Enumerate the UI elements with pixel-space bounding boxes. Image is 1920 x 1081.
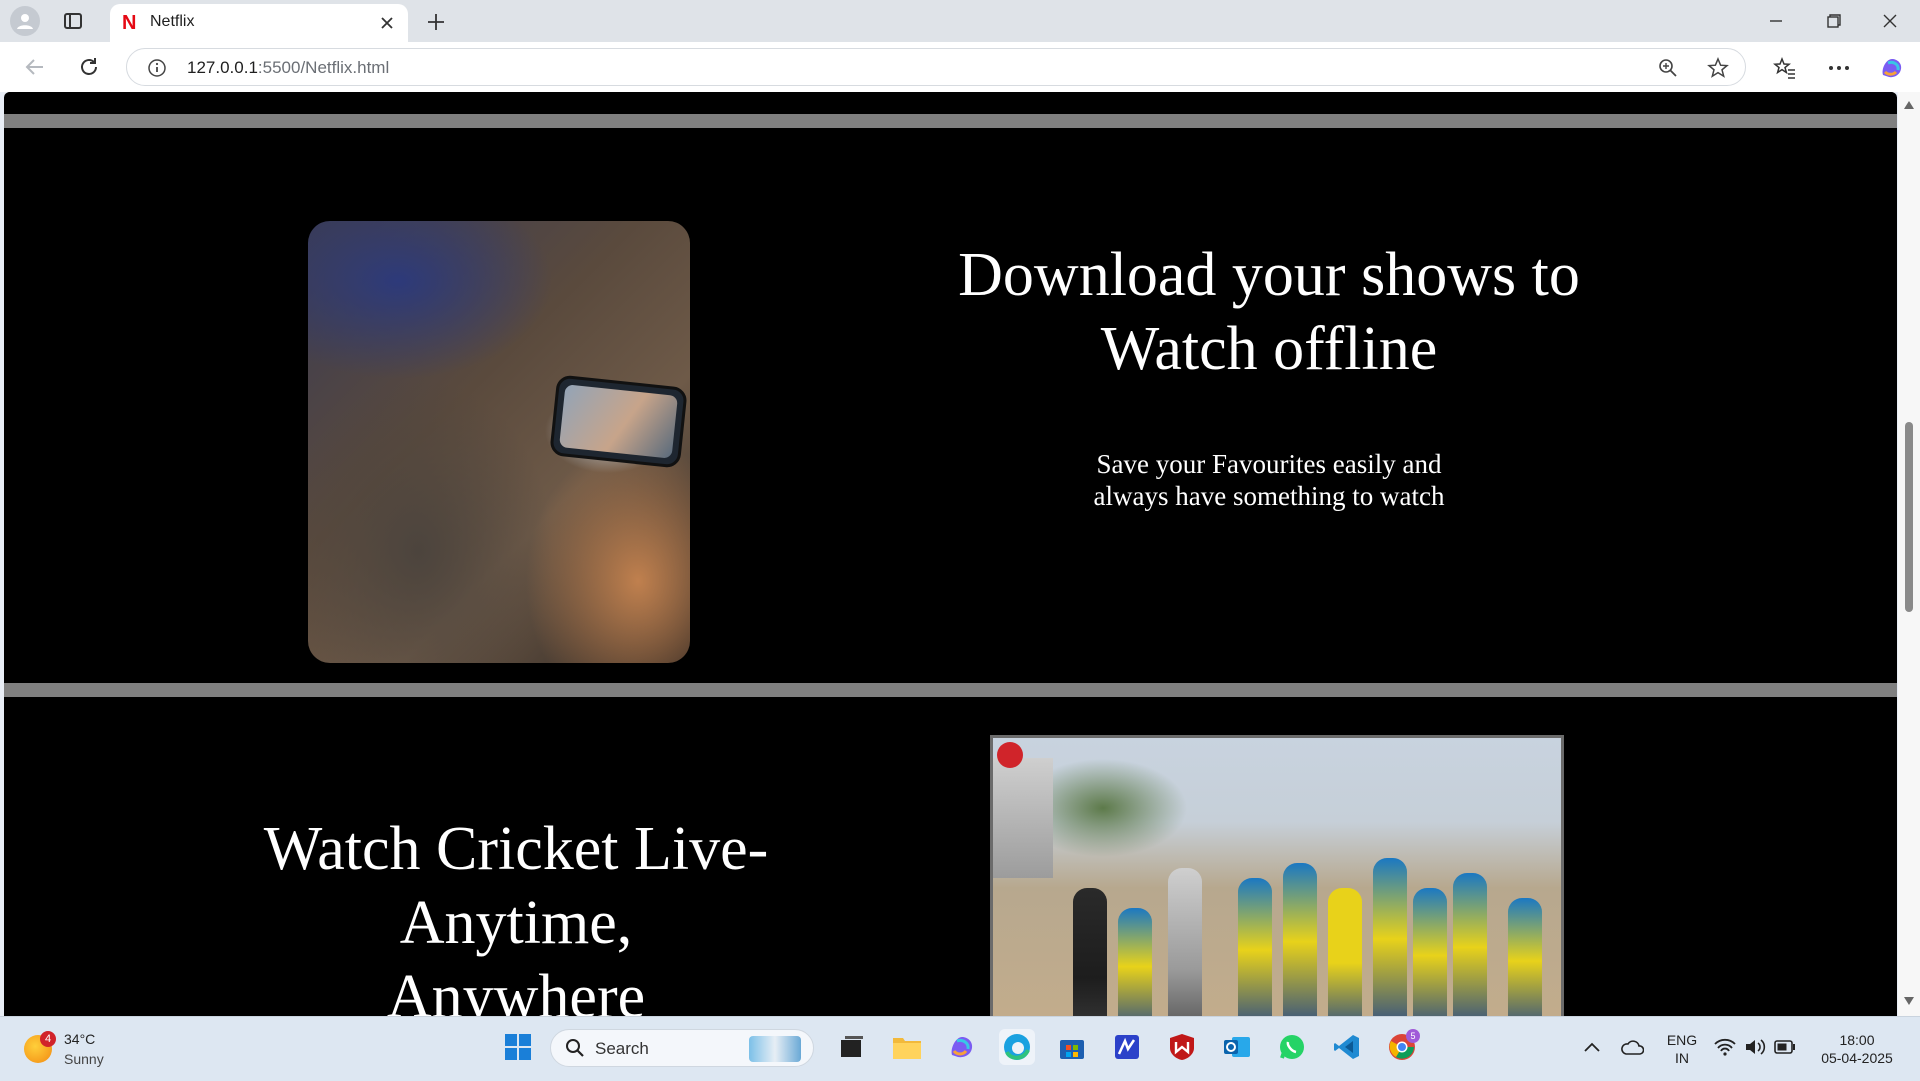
windows-taskbar: 4 34°C Sunny Search 5 ENG IN 18:00 05-04…	[0, 1016, 1920, 1081]
region-code: IN	[1675, 1050, 1689, 1066]
chevron-up-icon[interactable]	[1574, 1029, 1610, 1065]
weather-condition: Sunny	[64, 1051, 104, 1067]
subheading-line-1: Save your Favourites easily and	[1096, 449, 1442, 479]
download-section	[4, 128, 1897, 683]
address-bar[interactable]: 127.0.0.1:5500/Netflix.html	[126, 48, 1746, 86]
language-indicator[interactable]: ENG IN	[1660, 1031, 1704, 1067]
battery-icon[interactable]	[1770, 1029, 1800, 1065]
person-figure	[1073, 888, 1107, 1016]
download-subheading: Save your Favourites easily and always h…	[899, 448, 1639, 512]
player-figure	[1283, 863, 1317, 1016]
browser-toolbar: 127.0.0.1:5500/Netflix.html	[0, 42, 1920, 92]
store-icon[interactable]	[1054, 1029, 1090, 1065]
close-window-button[interactable]	[1862, 0, 1918, 42]
wifi-icon[interactable]	[1710, 1029, 1740, 1065]
chrome-icon[interactable]: 5	[1384, 1029, 1420, 1065]
active-tab[interactable]: N Netflix	[110, 4, 408, 42]
scroll-up-icon[interactable]	[1904, 100, 1914, 110]
file-explorer-icon[interactable]	[889, 1029, 925, 1065]
copilot-app-icon[interactable]	[944, 1029, 980, 1065]
taskbar-search[interactable]: Search	[550, 1029, 814, 1067]
heading-line-1: Download your shows to	[958, 241, 1580, 309]
top-spacer	[4, 92, 1897, 96]
cricket-feature-image	[990, 735, 1564, 1016]
weather-badge: 4	[40, 1031, 56, 1047]
download-heading-block: Download your shows to Watch offline	[899, 238, 1639, 386]
edge-icon[interactable]	[999, 1029, 1035, 1065]
language-code: ENG	[1666, 1032, 1698, 1048]
site-info-icon[interactable]	[147, 58, 167, 78]
cricket-heading-line-3: Anywhere	[386, 963, 646, 1016]
tab-bar: N Netflix	[0, 0, 1920, 42]
cricket-heading: Watch Cricket Live- Anytime, Anywhere	[136, 812, 896, 1016]
player-figure	[1373, 858, 1407, 1016]
profile-icon[interactable]	[10, 6, 40, 36]
chrome-badge: 5	[1406, 1029, 1420, 1043]
search-label: Search	[595, 1039, 649, 1058]
more-menu-icon[interactable]	[1825, 54, 1853, 82]
subheading-line-2: always have something to watch	[1093, 481, 1445, 511]
restore-button[interactable]	[1806, 0, 1862, 42]
channel-logo	[997, 742, 1023, 768]
player-figure	[1118, 908, 1152, 1016]
start-icon[interactable]	[500, 1029, 536, 1065]
favorite-star-icon[interactable]	[1707, 57, 1729, 79]
tab-title: Netflix	[150, 13, 195, 30]
cricket-heading-line-1: Watch Cricket Live-	[263, 815, 769, 883]
player-figure	[1238, 878, 1272, 1016]
vertical-scrollbar[interactable]	[1898, 92, 1920, 1016]
task-view-icon[interactable]	[834, 1029, 870, 1065]
whatsapp-icon[interactable]	[1274, 1029, 1310, 1065]
url-text: 127.0.0.1:5500/Netflix.html	[187, 58, 390, 77]
temperature-text: 34°C	[64, 1031, 96, 1047]
section-divider	[4, 114, 1897, 128]
tab-actions-icon[interactable]	[60, 8, 86, 34]
search-highlight-image	[749, 1036, 801, 1062]
copilot-icon[interactable]	[1878, 54, 1906, 82]
heading-line-2: Watch offline	[1100, 315, 1438, 383]
clock-time: 18:00	[1839, 1032, 1875, 1048]
vscode-icon[interactable]	[1329, 1029, 1365, 1065]
editor-app-icon[interactable]	[1109, 1029, 1145, 1065]
back-button[interactable]	[20, 52, 50, 82]
close-tab-icon[interactable]	[376, 12, 398, 34]
clock[interactable]: 18:00 05-04-2025	[1808, 1031, 1906, 1067]
new-tab-button[interactable]	[422, 8, 450, 36]
page-viewport: Download your shows to Watch offline Sav…	[4, 92, 1897, 1016]
player-figure	[1453, 873, 1487, 1016]
player-figure	[1413, 888, 1447, 1016]
phone-in-image	[549, 374, 688, 469]
scrollbar-thumb[interactable]	[1905, 422, 1913, 612]
reload-button[interactable]	[74, 52, 104, 82]
volume-icon[interactable]	[1740, 1029, 1770, 1065]
player-figure	[1328, 888, 1362, 1016]
clock-date: 05-04-2025	[1821, 1050, 1893, 1066]
building-in-image	[993, 758, 1053, 878]
scroll-down-icon[interactable]	[1904, 996, 1914, 1006]
zoom-icon[interactable]	[1657, 57, 1679, 79]
netflix-favicon-icon: N	[122, 12, 137, 34]
minimize-button[interactable]	[1748, 0, 1804, 42]
favorites-icon[interactable]	[1771, 54, 1799, 82]
onedrive-icon[interactable]	[1614, 1029, 1650, 1065]
download-feature-image	[308, 221, 690, 663]
outlook-icon[interactable]	[1219, 1029, 1255, 1065]
player-figure	[1508, 898, 1542, 1016]
section-divider-2	[4, 683, 1897, 697]
search-icon	[565, 1038, 585, 1058]
mcafee-icon[interactable]	[1164, 1029, 1200, 1065]
player-figure	[1168, 868, 1202, 1016]
cricket-heading-line-2: Anytime,	[399, 889, 633, 957]
